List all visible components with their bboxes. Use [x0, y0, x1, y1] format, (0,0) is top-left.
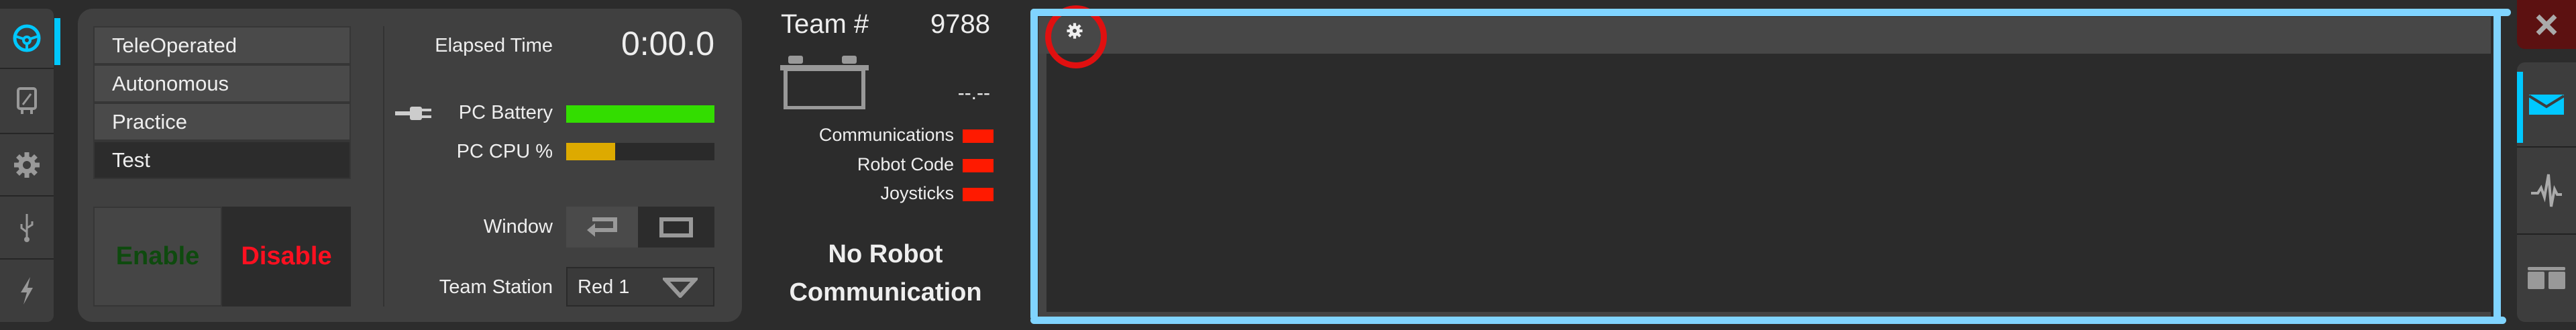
tab-setup[interactable]	[0, 134, 54, 197]
status-joysticks-label: Joysticks	[880, 183, 954, 203]
team-station-value: Red 1	[578, 276, 630, 298]
window-icon	[659, 217, 693, 237]
message-line1: No Robot	[828, 240, 943, 268]
message-line2: Communication	[789, 278, 982, 307]
left-sidebar	[0, 9, 54, 322]
close-icon	[2536, 14, 2557, 35]
mode-test[interactable]: Test	[93, 141, 351, 179]
highlight-top	[1030, 9, 2511, 16]
pc-battery-bar	[566, 105, 714, 123]
enable-button[interactable]: Enable	[93, 207, 222, 307]
pc-cpu-bar	[566, 143, 714, 160]
status-communications-indicator	[963, 129, 994, 143]
team-number[interactable]: 9788	[919, 9, 990, 40]
tab-diagnostics[interactable]	[0, 69, 54, 134]
pc-battery-label: PC Battery	[458, 102, 553, 123]
mode-teleoperated[interactable]: TeleOperated	[93, 26, 351, 64]
close-button[interactable]	[2517, 0, 2576, 49]
chevron-down-icon	[663, 278, 698, 298]
battery-icon	[780, 56, 869, 109]
pc-cpu-label: PC CPU %	[456, 141, 553, 162]
team-station-dropdown[interactable]: Red 1	[566, 267, 714, 307]
elapsed-time-value: 0:00.0	[621, 25, 714, 62]
meter-icon	[17, 87, 37, 114]
status-joysticks-indicator	[963, 188, 994, 201]
elapsed-time-label: Elapsed Time	[435, 35, 553, 56]
pulse-icon	[2531, 174, 2562, 207]
divider	[383, 26, 384, 307]
disable-button[interactable]: Disable	[222, 207, 351, 307]
usb-icon	[20, 214, 34, 242]
tab-charts[interactable]	[2517, 148, 2576, 235]
pc-battery-fill	[566, 105, 714, 123]
tab-messages[interactable]	[2517, 62, 2576, 148]
status-communications-label: Communications	[818, 125, 954, 145]
window-label: Window	[483, 216, 553, 237]
active-tab-indicator	[54, 18, 60, 65]
status-robot-code-label: Robot Code	[857, 154, 954, 174]
messages-toolbar	[1038, 17, 2491, 54]
messages-area	[1038, 54, 2491, 317]
gear-icon	[14, 152, 40, 178]
tab-operation[interactable]	[0, 9, 54, 69]
team-label: Team #	[781, 9, 869, 39]
split-view-icon	[2528, 267, 2565, 289]
highlight-right	[2493, 9, 2501, 324]
window-dock-button[interactable]	[566, 207, 638, 248]
battery-voltage: --.--	[957, 82, 990, 104]
status-robot-code-indicator	[963, 159, 994, 172]
pc-cpu-fill	[566, 143, 615, 160]
tab-usb-devices[interactable]	[0, 197, 54, 260]
team-station-label: Team Station	[439, 276, 553, 298]
dock-arrow-icon	[586, 217, 617, 237]
steering-wheel-icon	[13, 24, 41, 52]
tab-both[interactable]	[2517, 235, 2576, 322]
mode-autonomous[interactable]: Autonomous	[93, 64, 351, 103]
lightning-icon	[21, 276, 33, 305]
envelope-icon	[2528, 94, 2565, 115]
right-active-indicator	[2517, 72, 2523, 143]
highlight-left	[1030, 9, 1038, 321]
window-maximize-button[interactable]	[638, 207, 714, 248]
tab-power[interactable]	[0, 260, 54, 321]
highlight-bottom	[1030, 317, 2506, 324]
mode-practice[interactable]: Practice	[93, 103, 351, 141]
